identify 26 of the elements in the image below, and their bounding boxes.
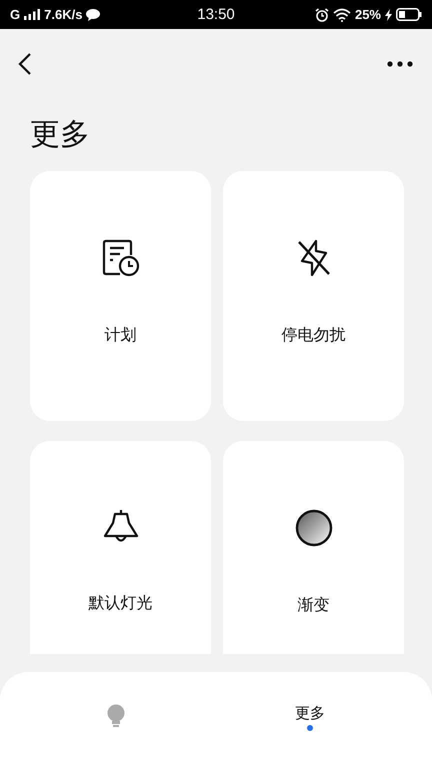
more-options-icon[interactable] <box>387 61 413 67</box>
network-type: G <box>10 7 20 22</box>
back-icon[interactable] <box>18 52 32 76</box>
no-flash-icon <box>296 239 332 277</box>
battery-icon <box>396 8 422 21</box>
clock: 13:50 <box>197 6 235 23</box>
selected-dot <box>307 725 313 731</box>
page-title: 更多 <box>30 116 91 154</box>
feature-card[interactable]: 默认灯光 <box>30 441 211 654</box>
card-label: 计划 <box>104 325 136 346</box>
charging-icon <box>385 8 392 20</box>
network-speed: 7.6K/s <box>44 7 82 22</box>
schedule-icon <box>102 239 140 277</box>
card-label: 默认灯光 <box>88 593 152 614</box>
alarm-icon <box>314 8 329 22</box>
feature-card[interactable]: 计划 <box>30 171 211 421</box>
nav-tab[interactable]: 更多 <box>295 704 325 723</box>
gradient-circle-icon <box>294 509 332 547</box>
signal-icon <box>24 9 40 20</box>
chat-bubble-icon <box>86 8 100 20</box>
wifi-icon <box>332 8 351 22</box>
feature-card[interactable]: 停电勿扰 <box>223 171 404 421</box>
card-label: 渐变 <box>298 595 330 616</box>
card-label: 停电勿扰 <box>282 325 346 346</box>
battery-percent: 25% <box>354 7 381 22</box>
feature-card[interactable]: 渐变 <box>223 441 404 654</box>
